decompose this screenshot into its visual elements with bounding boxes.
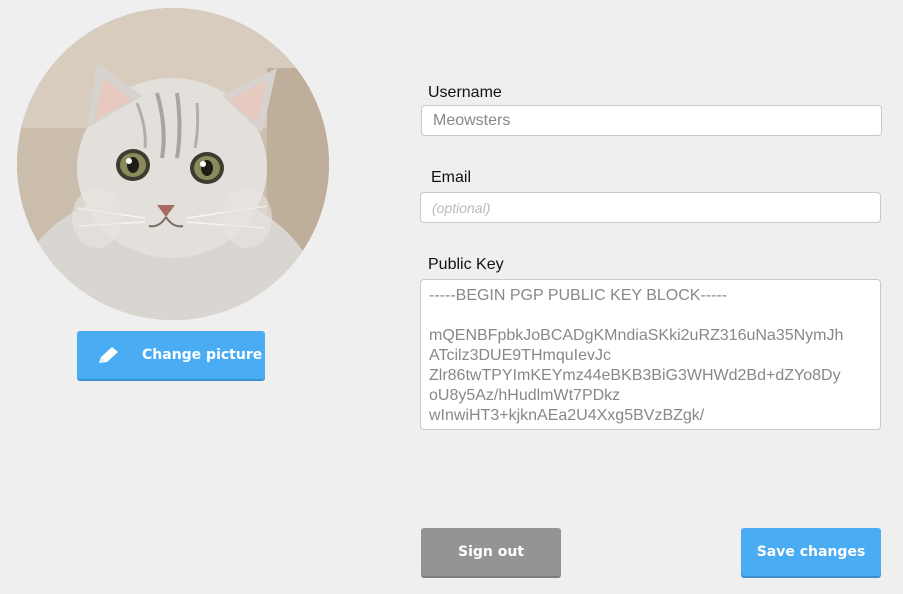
sign-out-label: Sign out xyxy=(457,544,525,560)
email-placeholder: (optional) xyxy=(432,199,491,216)
change-picture-label: Change picture xyxy=(142,347,263,363)
username-input[interactable]: Meowsters xyxy=(421,105,882,136)
profile-avatar xyxy=(17,8,329,320)
public-key-label: Public Key xyxy=(428,256,504,273)
change-picture-button[interactable]: Change picture xyxy=(77,331,265,379)
cat-photo xyxy=(17,8,329,320)
pencil-icon xyxy=(99,347,118,363)
username-label: Username xyxy=(428,84,502,101)
username-value: Meowsters xyxy=(433,111,511,129)
save-changes-label: Save changes xyxy=(756,544,866,560)
email-input[interactable]: (optional) xyxy=(420,192,881,223)
email-label: Email xyxy=(431,169,472,186)
public-key-textarea[interactable]: -----BEGIN PGP PUBLIC KEY BLOCK----- mQE… xyxy=(420,279,881,430)
sign-out-button[interactable]: Sign out xyxy=(421,528,561,576)
save-changes-button[interactable]: Save changes xyxy=(741,528,881,576)
